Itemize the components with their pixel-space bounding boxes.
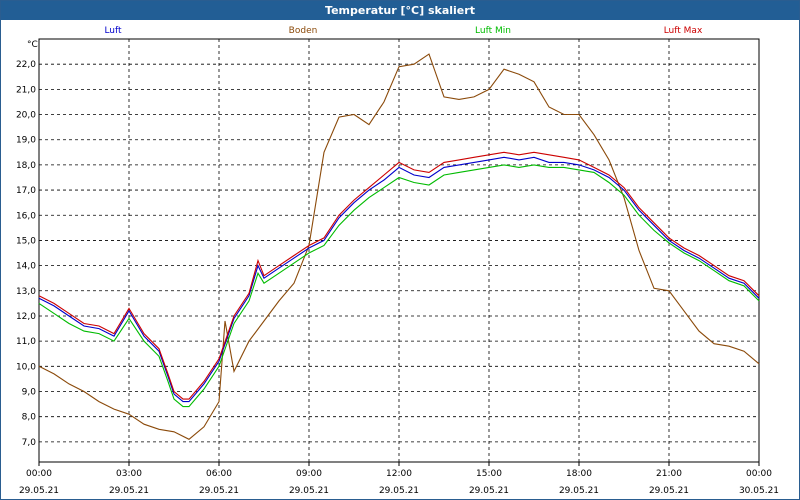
legend: Luft Boden Luft Min Luft Max xyxy=(104,26,703,36)
y-tick-label: 12,0 xyxy=(16,312,36,322)
x-tick-date: 29.05.21 xyxy=(469,486,509,496)
x-tick-time: 12:00 xyxy=(386,469,412,479)
y-tick-label: 14,0 xyxy=(16,262,36,272)
x-tick-date: 30.05.21 xyxy=(739,486,779,496)
grid xyxy=(39,39,759,462)
y-tick-label: 21,0 xyxy=(16,85,36,95)
x-tick-time: 09:00 xyxy=(296,469,322,479)
y-tick-label: 10,0 xyxy=(16,362,36,372)
y-tick-label: 22,0 xyxy=(16,60,36,70)
x-tick-time: 00:00 xyxy=(746,469,772,479)
legend-entry: Luft Max xyxy=(664,26,703,36)
y-tick-label: 17,0 xyxy=(16,186,36,196)
x-tick-date: 29.05.21 xyxy=(109,486,149,496)
legend-entry: Luft xyxy=(104,26,122,36)
x-tick-time: 21:00 xyxy=(656,469,682,479)
y-tick-label: 8,0 xyxy=(22,413,37,423)
x-axis: 00:00 29.05.21 03:00 29.05.21 06:00 29.05.21 0… xyxy=(19,462,779,496)
y-tick-label: 15,0 xyxy=(16,236,36,246)
legend-entry: Boden xyxy=(289,26,318,36)
y-tick-label: 9,0 xyxy=(22,388,37,398)
y-axis-label: °C xyxy=(27,40,38,50)
x-tick-date: 29.05.21 xyxy=(649,486,689,496)
legend-entry: Luft Min xyxy=(475,26,511,36)
y-tick-label: 11,0 xyxy=(16,337,36,347)
y-tick-label: 18,0 xyxy=(16,161,36,171)
temperature-chart: °C Luft Boden Luft Min Luft Max 7,0 8,0 9,0 10… xyxy=(16,26,779,496)
x-tick-time: 15:00 xyxy=(476,469,502,479)
x-tick-date: 29.05.21 xyxy=(19,486,59,496)
x-tick-date: 29.05.21 xyxy=(289,486,329,496)
y-tick-label: 13,0 xyxy=(16,287,36,297)
y-axis: 7,0 8,0 9,0 10,0 11,0 12,0 13,0 14,0 15,0 16,0 17,… xyxy=(16,60,36,448)
x-tick-time: 06:00 xyxy=(206,469,232,479)
y-tick-label: 20,0 xyxy=(16,111,36,121)
y-tick-label: 16,0 xyxy=(16,211,36,221)
x-tick-time: 18:00 xyxy=(566,469,592,479)
y-tick-label: 7,0 xyxy=(22,438,37,448)
x-tick-time: 00:00 xyxy=(26,469,52,479)
y-tick-label: 19,0 xyxy=(16,136,36,146)
x-tick-date: 29.05.21 xyxy=(559,486,599,496)
x-tick-date: 29.05.21 xyxy=(199,486,239,496)
x-tick-date: 29.05.21 xyxy=(379,486,419,496)
x-tick-time: 03:00 xyxy=(116,469,142,479)
